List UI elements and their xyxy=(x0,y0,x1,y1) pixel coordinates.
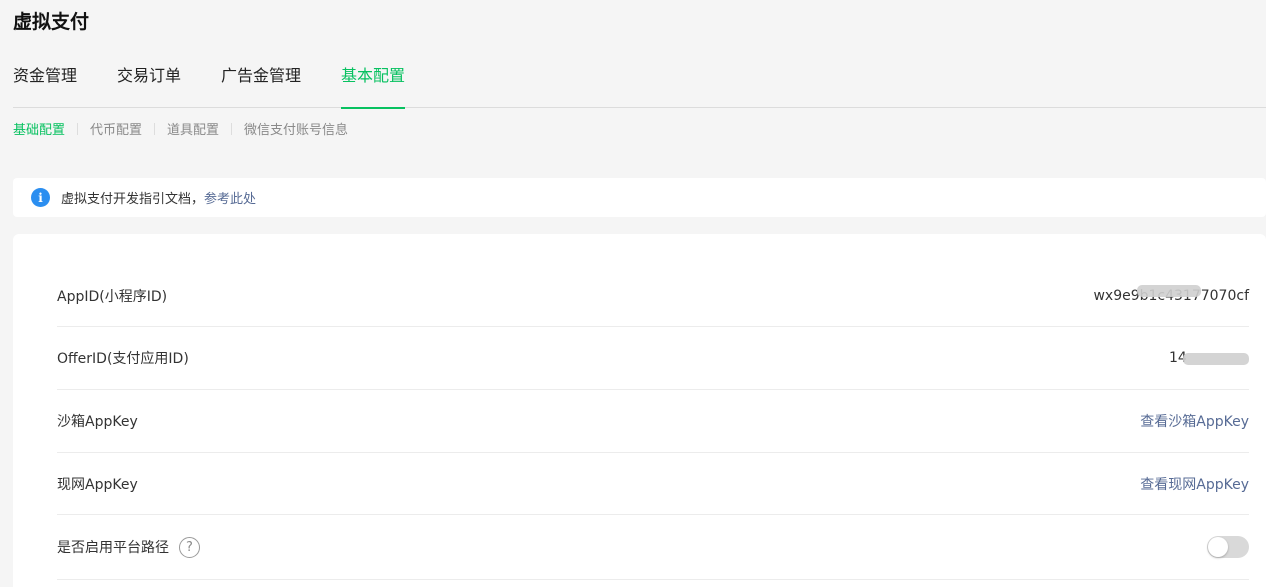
tab-funds-management[interactable]: 资金管理 xyxy=(13,56,77,108)
view-sandbox-appkey-link[interactable]: 查看沙箱AppKey xyxy=(1140,411,1249,431)
tab-basic-config[interactable]: 基本配置 xyxy=(341,56,406,109)
subtab-basic-settings[interactable]: 基础配置 xyxy=(13,119,65,138)
platform-path-label-group: 是否启用平台路径 ? xyxy=(57,536,200,558)
toggle-knob xyxy=(1208,537,1228,557)
setting-row-appid: AppID(小程序ID) wx9e9b1c43177070cf xyxy=(57,265,1249,327)
offerid-value: 14 xyxy=(1169,350,1249,366)
help-icon[interactable]: ? xyxy=(179,536,200,558)
setting-row-offerid: OfferID(支付应用ID) 14 xyxy=(57,327,1249,390)
view-live-appkey-link[interactable]: 查看现网AppKey xyxy=(1140,474,1249,494)
setting-row-sandbox-appkey: 沙箱AppKey 查看沙箱AppKey xyxy=(57,390,1249,453)
appid-label: AppID(小程序ID) xyxy=(57,288,168,305)
offerid-label: OfferID(支付应用ID) xyxy=(57,351,189,367)
platform-path-label: 是否启用平台路径 xyxy=(57,540,169,556)
divider xyxy=(231,122,233,135)
tab-transaction-orders[interactable]: 交易订单 xyxy=(117,56,181,108)
subtab-token-config[interactable]: 代币配置 xyxy=(90,119,142,138)
main-tab-bar: 资金管理 交易订单 广告金管理 基本配置 xyxy=(13,56,1266,109)
notice-doc-link[interactable]: 参考此处 xyxy=(204,188,256,207)
page-title: 虚拟支付 xyxy=(13,11,90,33)
info-notice: i 虚拟支付开发指引文档， 参考此处 xyxy=(13,178,1266,217)
info-icon: i xyxy=(31,188,50,207)
page: 虚拟支付 资金管理 交易订单 广告金管理 基本配置 基础配置 代币配置 道具配置… xyxy=(0,0,1266,587)
platform-path-toggle[interactable] xyxy=(1207,536,1249,558)
setting-row-live-appkey: 现网AppKey 查看现网AppKey xyxy=(57,453,1249,515)
setting-row-platform-path: 是否启用平台路径 ? xyxy=(57,515,1249,580)
subtab-wechat-pay-account[interactable]: 微信支付账号信息 xyxy=(244,119,348,138)
appid-value: wx9e9b1c43177070cf xyxy=(1093,284,1249,304)
sub-tab-bar: 基础配置 代币配置 道具配置 微信支付账号信息 xyxy=(13,119,348,138)
live-appkey-label: 现网AppKey xyxy=(57,476,138,493)
notice-text: 虚拟支付开发指引文档， xyxy=(61,192,205,207)
subtab-item-config[interactable]: 道具配置 xyxy=(167,119,219,138)
config-card: AppID(小程序ID) wx9e9b1c43177070cf OfferID(… xyxy=(13,234,1266,587)
divider xyxy=(154,122,156,135)
sandbox-appkey-label: 沙箱AppKey xyxy=(57,414,138,430)
redaction-mask xyxy=(1137,284,1202,297)
redaction-mask xyxy=(1183,353,1249,365)
divider xyxy=(77,122,79,135)
tab-ad-funds-management[interactable]: 广告金管理 xyxy=(221,56,301,108)
